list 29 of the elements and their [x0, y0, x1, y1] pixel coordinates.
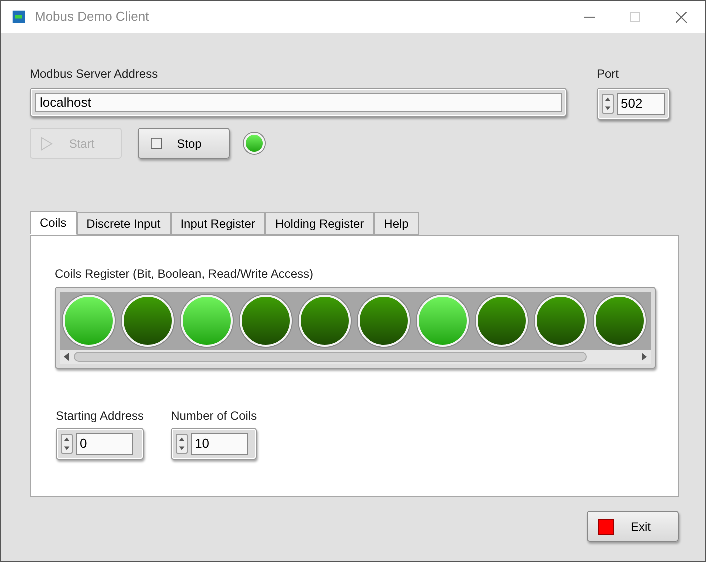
field-label: Starting Address: [56, 408, 144, 425]
tab[interactable]: Help: [374, 212, 419, 235]
tab[interactable]: Discrete Input: [76, 212, 171, 235]
exit-button[interactable]: Exit: [587, 511, 679, 542]
app-icon: [12, 10, 26, 24]
stop-square-icon: [598, 518, 614, 534]
field-label: Port: [597, 66, 620, 83]
square-icon: [151, 138, 162, 149]
tab[interactable]: Input Register: [170, 212, 266, 235]
scrollbar-thumb[interactable]: [74, 352, 587, 362]
close-icon[interactable]: [676, 12, 687, 22]
spinner-arrows-icon[interactable]: [61, 434, 73, 454]
server-address-field[interactable]: localhost: [30, 88, 567, 117]
spinner-arrows-icon[interactable]: [176, 434, 188, 454]
window-title: Mobus Demo Client: [35, 8, 150, 26]
array-label: Coils Register (Bit, Boolean, Read/Write Access): [55, 266, 315, 283]
stop-button[interactable]: Stop: [138, 128, 230, 159]
play-icon: [41, 136, 53, 150]
scrollbar[interactable]: [60, 350, 651, 364]
scroll-right-icon[interactable]: [640, 353, 648, 361]
tab[interactable]: Coils: [30, 211, 77, 235]
spinner-arrows-icon[interactable]: [602, 94, 614, 114]
scroll-left-icon[interactable]: [63, 353, 71, 361]
number-of-coils-field[interactable]: 10: [171, 428, 258, 460]
tab[interactable]: Holding Register: [265, 212, 374, 235]
starting-address-field[interactable]: 0: [56, 428, 144, 460]
field-label: Number of Coils: [171, 408, 258, 425]
port-field[interactable]: 502: [597, 88, 670, 120]
field-label: Modbus Server Address: [30, 66, 160, 83]
